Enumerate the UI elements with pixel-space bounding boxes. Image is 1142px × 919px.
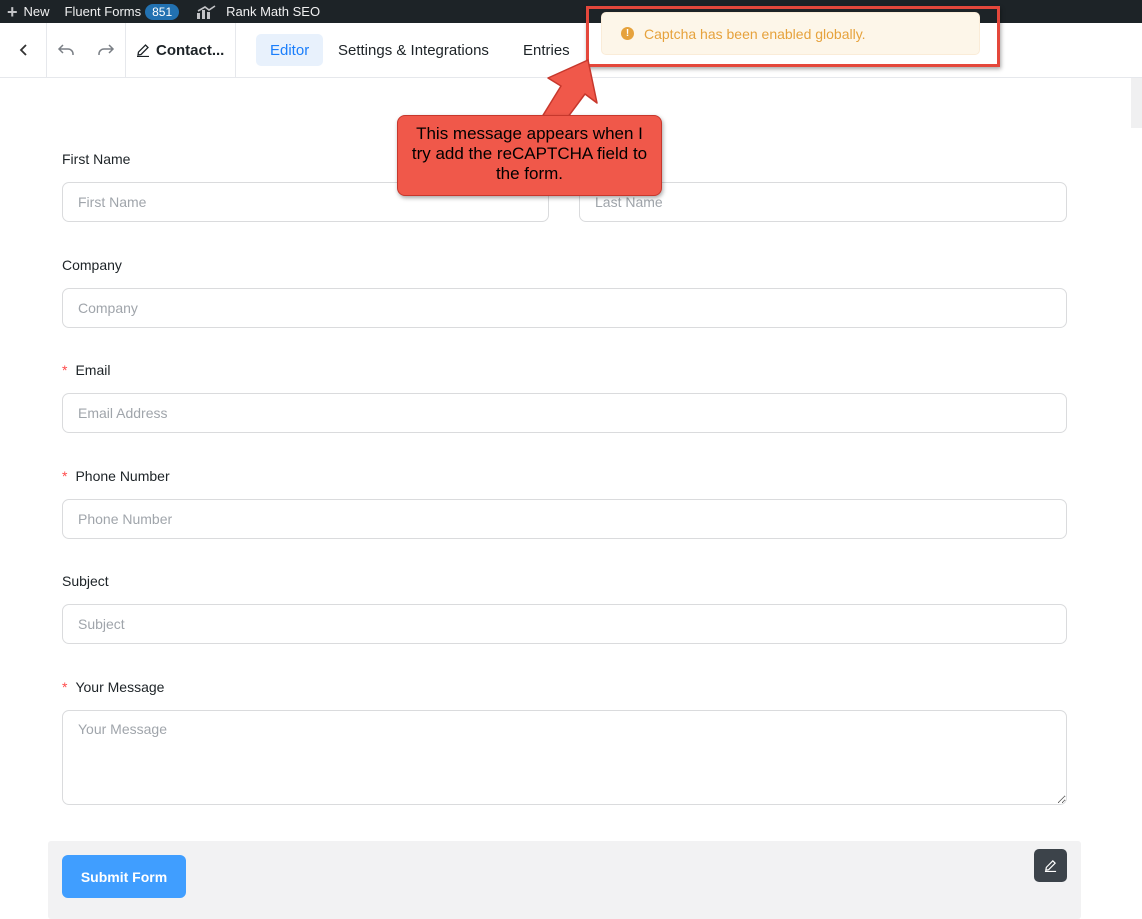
tab-editor[interactable]: Editor [256, 34, 324, 66]
edit-submit-button[interactable] [1034, 849, 1067, 882]
subject-input[interactable] [62, 604, 1067, 644]
undo-button[interactable] [47, 23, 85, 77]
phone-label: * Phone Number [62, 468, 170, 484]
toast-message: Captcha has been enabled globally. [644, 25, 866, 42]
header-divider [235, 23, 236, 77]
admin-bar-rank-math-label: Rank Math SEO [226, 4, 321, 19]
admin-bar-fluent-forms-label: Fluent Forms [64, 4, 142, 19]
message-label: * Your Message [62, 679, 164, 695]
warning-icon: ! [621, 27, 634, 40]
undo-icon [57, 44, 74, 55]
phone-label-text: Phone Number [75, 468, 170, 484]
pencil-icon [1044, 860, 1057, 872]
phone-input[interactable] [62, 499, 1067, 539]
rank-math-icon [197, 4, 216, 19]
plus-icon: + [7, 1, 18, 22]
email-label: * Email [62, 362, 110, 378]
email-input[interactable] [62, 393, 1067, 433]
admin-bar-new-label: New [23, 4, 50, 19]
back-button[interactable] [0, 23, 47, 77]
required-mark: * [62, 362, 68, 378]
first-name-label: First Name [62, 151, 131, 167]
company-input[interactable] [62, 288, 1067, 328]
message-label-text: Your Message [75, 679, 165, 695]
company-label: Company [62, 257, 122, 273]
redo-button[interactable] [87, 23, 125, 77]
chevron-left-icon [19, 44, 27, 56]
form-title[interactable]: Contact... [136, 23, 224, 77]
submit-area [48, 841, 1081, 919]
email-label-text: Email [75, 362, 111, 378]
tab-entries[interactable]: Entries [509, 34, 584, 66]
submit-form-button[interactable]: Submit Form [62, 855, 186, 898]
form-title-text: Contact... [156, 41, 225, 59]
admin-bar-fluent-forms[interactable]: Fluent Forms 851 [57, 0, 187, 23]
message-textarea[interactable] [62, 710, 1067, 805]
admin-bar-rank-math[interactable]: Rank Math SEO [186, 0, 327, 23]
tab-settings-integrations[interactable]: Settings & Integrations [324, 34, 503, 66]
update-count-badge: 851 [145, 3, 180, 20]
scrollbar-track[interactable] [1131, 78, 1142, 128]
pencil-icon [137, 44, 149, 57]
warning-toast: ! Captcha has been enabled globally. [601, 12, 980, 55]
header-divider [125, 23, 126, 77]
subject-label: Subject [62, 573, 109, 589]
admin-bar-new[interactable]: + New [0, 0, 57, 23]
required-mark: * [62, 468, 68, 484]
required-mark: * [62, 679, 68, 695]
redo-icon [98, 44, 115, 55]
annotation-callout: This message appears when I try add the … [397, 115, 662, 196]
